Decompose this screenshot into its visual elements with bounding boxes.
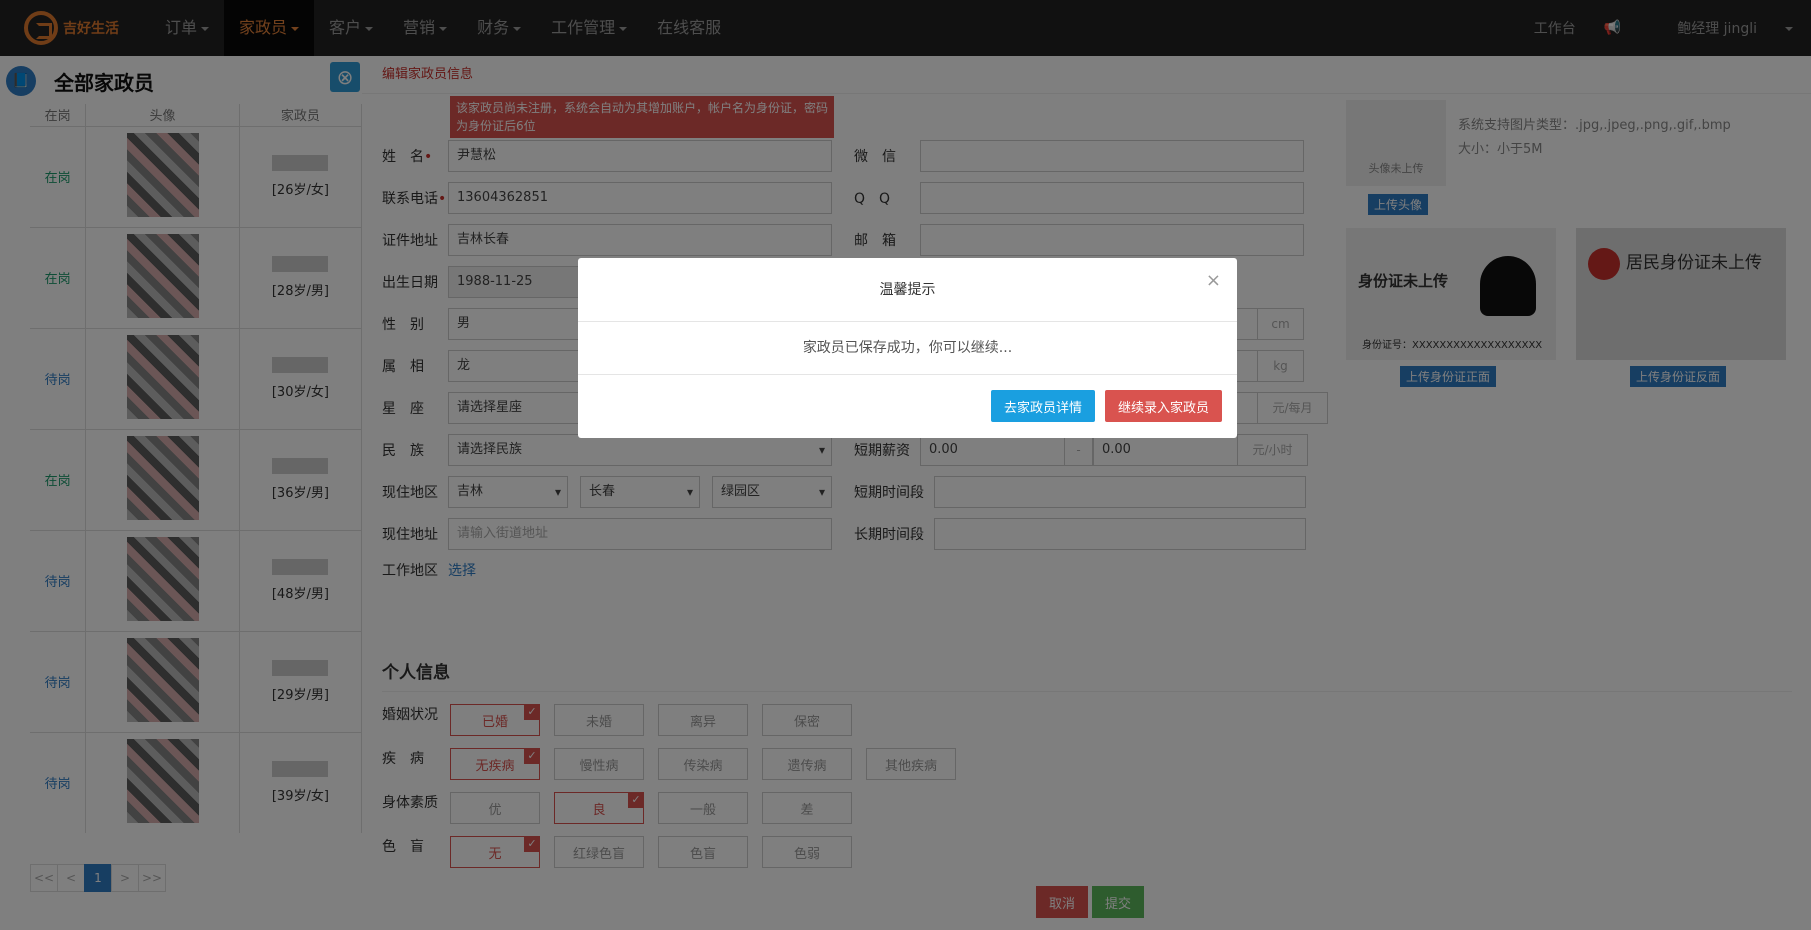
modal-overlay[interactable]: [0, 0, 1811, 930]
success-dialog: 温馨提示 × 家政员已保存成功，你可以继续... 去家政员详情 继续录入家政员: [578, 258, 1237, 438]
go-detail-button[interactable]: 去家政员详情: [991, 390, 1095, 422]
continue-entry-button[interactable]: 继续录入家政员: [1105, 390, 1222, 422]
close-icon[interactable]: ×: [1206, 270, 1221, 291]
dialog-message: 家政员已保存成功，你可以继续...: [578, 322, 1237, 375]
dialog-title: 温馨提示: [578, 258, 1237, 322]
